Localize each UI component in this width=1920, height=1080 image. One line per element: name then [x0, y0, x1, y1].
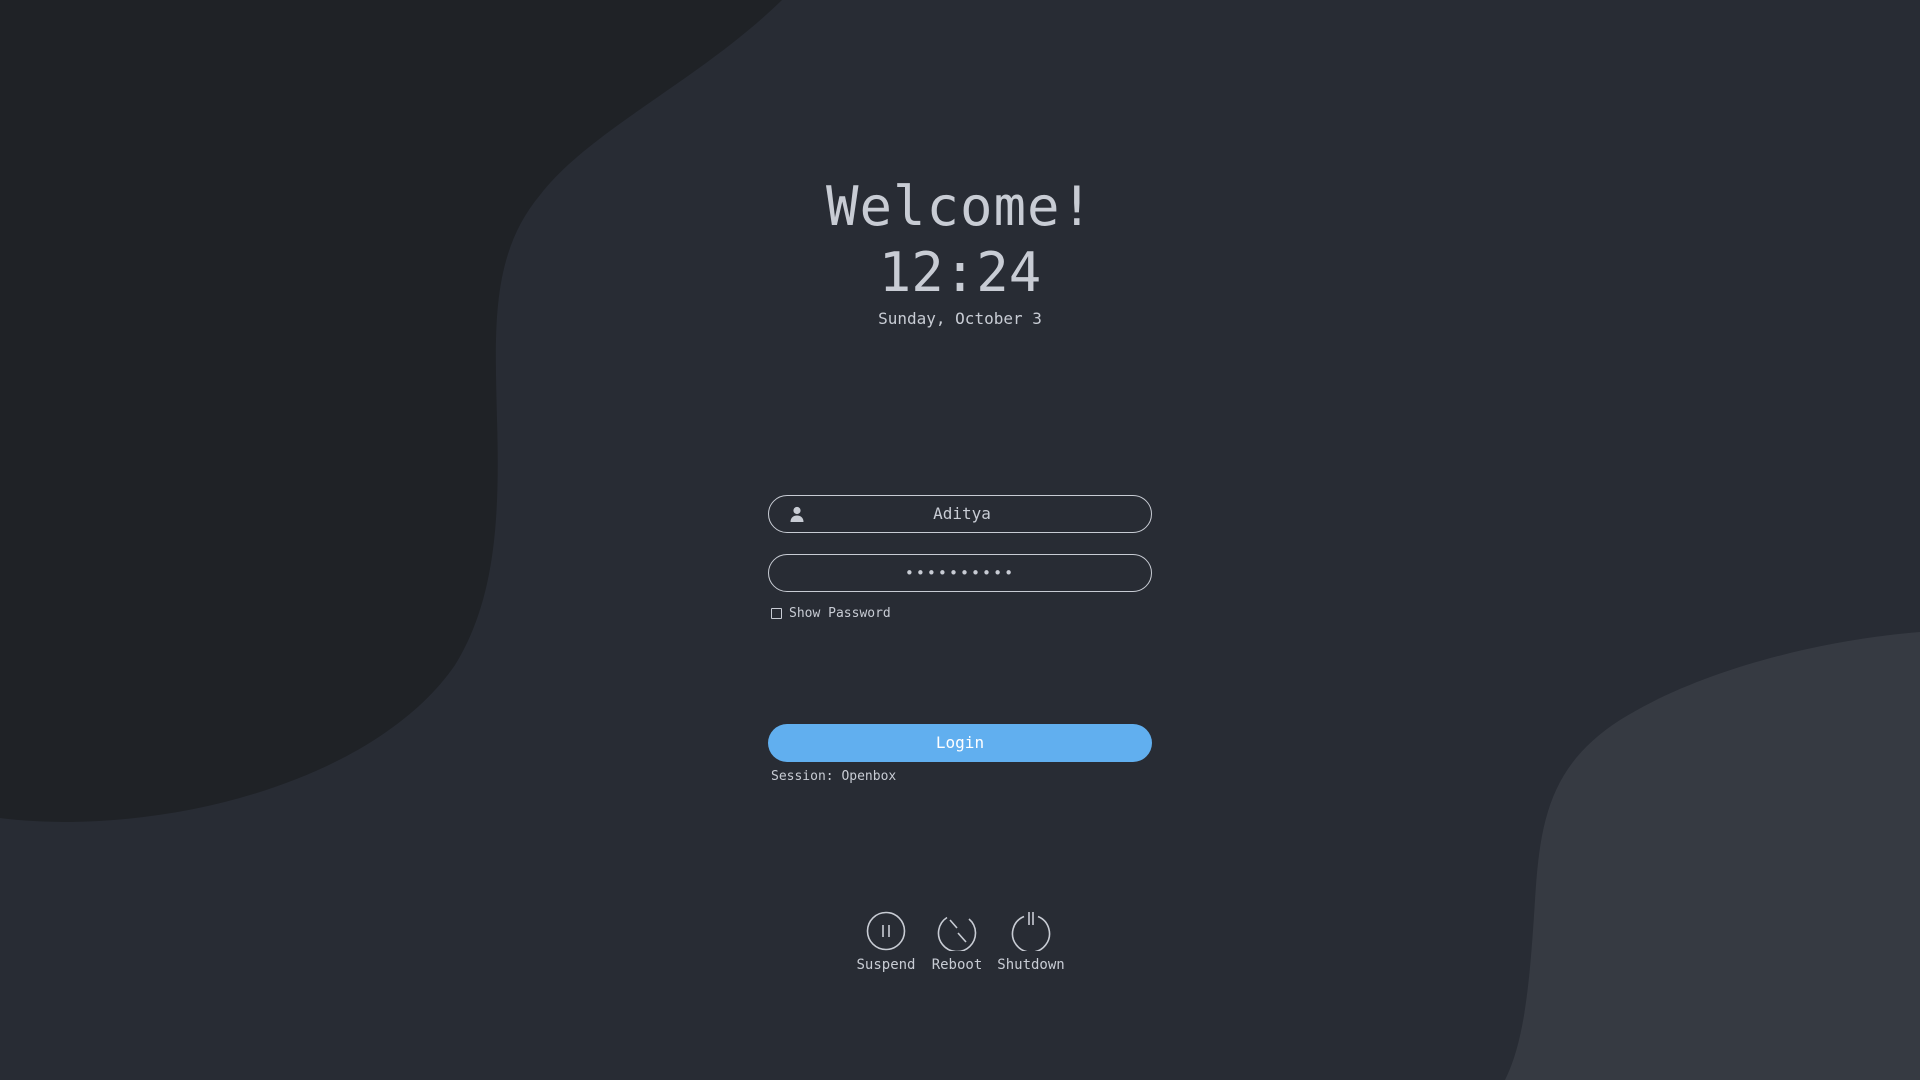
- welcome-heading: Welcome!: [825, 175, 1095, 238]
- shutdown-button[interactable]: Shutdown: [991, 911, 1071, 974]
- show-password-label: Show Password: [789, 605, 891, 621]
- show-password-checkbox[interactable]: [771, 607, 782, 619]
- username-value: Aditya: [933, 504, 991, 523]
- reboot-button[interactable]: Reboot: [917, 911, 997, 974]
- clock-time: 12:24: [878, 241, 1042, 304]
- shutdown-label: Shutdown: [997, 957, 1065, 973]
- suspend-icon: [866, 911, 906, 951]
- password-field[interactable]: ••••••••••: [768, 554, 1152, 592]
- username-field[interactable]: Aditya: [768, 495, 1152, 533]
- suspend-button[interactable]: Suspend: [846, 911, 926, 974]
- login-button[interactable]: Login: [768, 724, 1152, 762]
- shutdown-icon: [1011, 912, 1051, 951]
- suspend-label: Suspend: [856, 957, 916, 973]
- login-screen: Welcome! 12:24 Sunday, October 3 Aditya …: [0, 0, 1920, 1080]
- session-selector[interactable]: Session: Openbox: [771, 768, 896, 786]
- dark-blob-shape: [0, 0, 782, 822]
- light-blob-shape: [1505, 632, 1920, 1080]
- password-value: ••••••••••: [904, 564, 1016, 582]
- reboot-label: Reboot: [931, 957, 983, 973]
- show-password-toggle[interactable]: Show Password: [771, 604, 891, 622]
- reboot-icon: [937, 916, 977, 951]
- clock-date: Sunday, October 3: [878, 309, 1042, 328]
